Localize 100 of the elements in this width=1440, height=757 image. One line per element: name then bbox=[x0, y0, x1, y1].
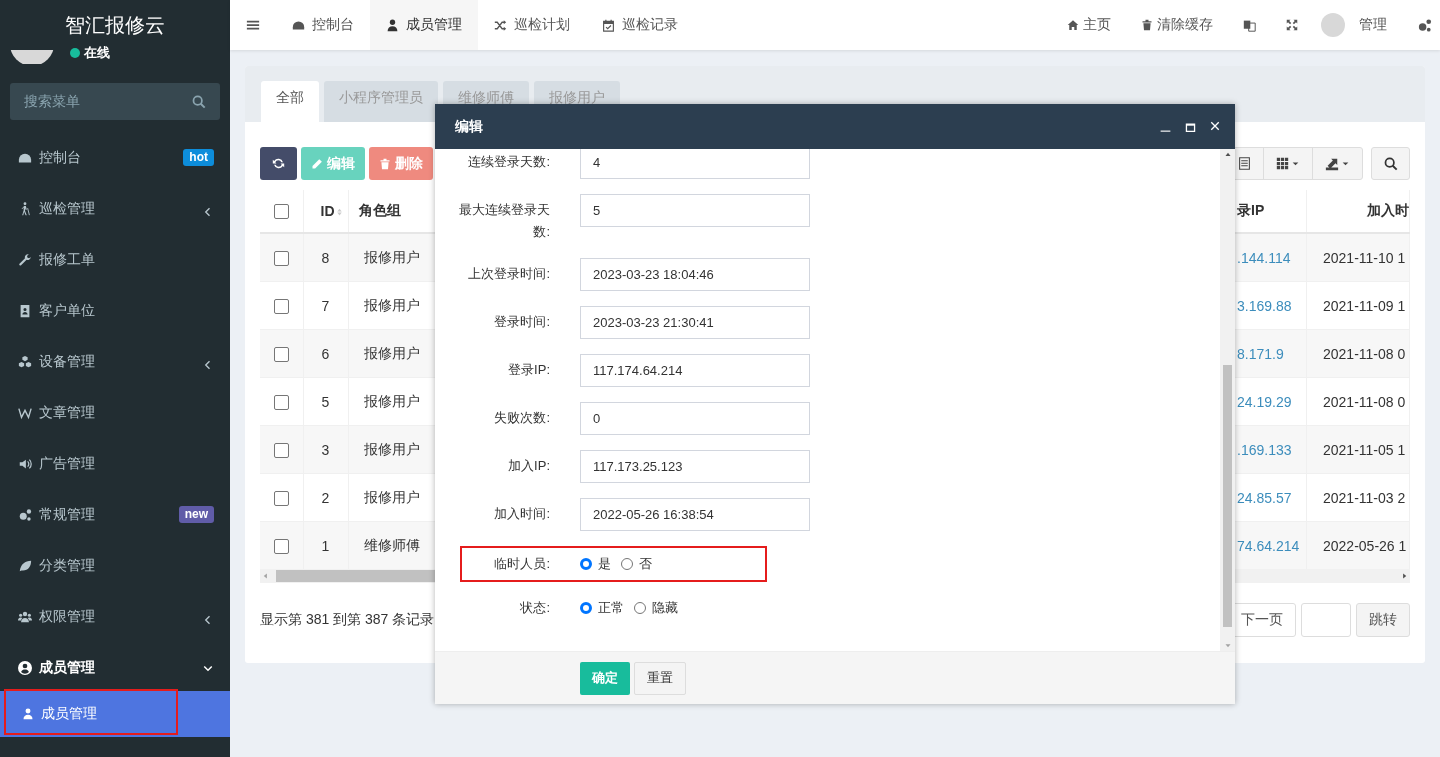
input-field[interactable]: 117.173.25.123 bbox=[580, 450, 810, 483]
ip-link[interactable]: 24.19.29 bbox=[1237, 393, 1292, 410]
table-cell: 2 bbox=[321, 489, 330, 506]
column-header[interactable]: 录IP bbox=[1237, 202, 1265, 218]
input-field[interactable]: 4 bbox=[580, 149, 810, 179]
radio-button[interactable] bbox=[580, 602, 592, 614]
field-label: 状态: bbox=[519, 599, 550, 617]
search-button[interactable] bbox=[1371, 147, 1410, 180]
user-menu[interactable]: 管理 bbox=[1313, 13, 1402, 37]
radio-button[interactable] bbox=[634, 602, 646, 614]
menu-badge: hot bbox=[183, 149, 214, 166]
radio-button[interactable] bbox=[580, 558, 592, 570]
sidebar-item[interactable]: 广告管理 bbox=[0, 438, 230, 489]
nav-tab[interactable]: 巡检计划 bbox=[478, 0, 586, 50]
menu-badge: new bbox=[178, 506, 214, 523]
row-checkbox[interactable] bbox=[273, 442, 289, 458]
ip-link[interactable]: 24.85.57 bbox=[1237, 489, 1292, 506]
calendar-check-icon bbox=[602, 18, 615, 32]
table-cell: 7 bbox=[321, 297, 330, 314]
maximize-icon[interactable] bbox=[1184, 120, 1197, 133]
submenu-item[interactable]: 成员管理 bbox=[0, 691, 230, 737]
nav-link[interactable]: 清除缓存 bbox=[1126, 16, 1228, 34]
page-number-field[interactable] bbox=[1301, 603, 1351, 637]
column-header[interactable]: 加入时 bbox=[1367, 202, 1409, 218]
row-checkbox[interactable] bbox=[273, 346, 289, 362]
leaf-icon bbox=[18, 558, 32, 573]
sidebar-item[interactable]: 设备管理 bbox=[0, 336, 230, 387]
table-cell: 2022-05-26 1 bbox=[1323, 537, 1407, 554]
menu-search-field[interactable]: 搜索菜单 bbox=[10, 83, 220, 120]
field-label: 最大连续登录天数: bbox=[458, 201, 550, 241]
user-status: 在线 bbox=[84, 45, 110, 61]
grid-icon bbox=[1276, 157, 1289, 170]
sidebar-item[interactable]: 分类管理 bbox=[0, 540, 230, 591]
gears-icon bbox=[18, 507, 32, 522]
table-cell: 1 bbox=[321, 537, 330, 554]
radio-option[interactable]: 是 bbox=[580, 555, 611, 573]
sidebar-item[interactable]: 权限管理 bbox=[0, 591, 230, 642]
nav-tab[interactable]: 控制台 bbox=[276, 0, 370, 50]
nav-link[interactable]: 主页 bbox=[1052, 16, 1126, 34]
radio-option[interactable]: 隐藏 bbox=[634, 599, 678, 617]
filter-tab[interactable]: 全部 bbox=[261, 81, 319, 122]
caret-icon bbox=[1341, 159, 1350, 168]
column-header[interactable]: ID bbox=[320, 203, 335, 219]
input-field[interactable]: 2023-03-23 18:04:46 bbox=[580, 258, 810, 291]
users-icon bbox=[18, 609, 32, 624]
sidebar-item[interactable]: 文章管理 bbox=[0, 387, 230, 438]
nav-tab[interactable]: 成员管理 bbox=[370, 0, 478, 50]
sidebar-item[interactable]: 常规管理 new bbox=[0, 489, 230, 540]
zigzag-icon bbox=[18, 405, 32, 420]
online-status-dot bbox=[70, 48, 80, 58]
select-all-checkbox[interactable] bbox=[273, 204, 289, 220]
pagination-summary: 显示第 381 到第 387 条记录 bbox=[260, 611, 435, 629]
table-cell: 报修用户 bbox=[363, 296, 420, 313]
table-cell: 2021-11-03 2 bbox=[1323, 489, 1406, 506]
input-field[interactable]: 117.174.64.214 bbox=[580, 354, 810, 387]
sidebar-item[interactable]: 客户单位 bbox=[0, 285, 230, 336]
table-cell: 报修用户 bbox=[363, 344, 420, 361]
radio-button[interactable] bbox=[621, 558, 633, 570]
radio-option[interactable]: 正常 bbox=[580, 599, 624, 617]
trash-icon bbox=[379, 157, 391, 170]
column-header[interactable]: 角色组 bbox=[358, 202, 401, 218]
jump-button[interactable]: 跳转 bbox=[1356, 603, 1410, 637]
ip-link[interactable]: 8.171.9 bbox=[1237, 345, 1284, 362]
input-field[interactable]: 0 bbox=[580, 402, 810, 435]
input-field[interactable]: 5 bbox=[580, 194, 810, 227]
sidebar-item[interactable]: 报修工单 bbox=[0, 234, 230, 285]
menu-icon[interactable] bbox=[246, 18, 260, 32]
row-checkbox[interactable] bbox=[273, 298, 289, 314]
nav-tab[interactable]: 巡检记录 bbox=[586, 0, 694, 50]
sidebar-item[interactable]: 成员管理 bbox=[0, 642, 230, 693]
input-field[interactable]: 2023-03-23 21:30:41 bbox=[580, 306, 810, 339]
field-label: 连续登录天数: bbox=[467, 153, 550, 171]
sidebar-item[interactable]: 控制台 hot bbox=[0, 132, 230, 183]
table-cell: 8 bbox=[321, 249, 330, 266]
radio-option[interactable]: 否 bbox=[621, 555, 652, 573]
row-checkbox[interactable] bbox=[273, 394, 289, 410]
table-cell: 报修用户 bbox=[363, 440, 420, 457]
row-checkbox[interactable] bbox=[273, 538, 289, 554]
sidebar-item[interactable]: 巡检管理 bbox=[0, 183, 230, 234]
row-checkbox[interactable] bbox=[273, 250, 289, 266]
list-icon bbox=[1238, 157, 1251, 170]
ip-link[interactable]: 3.169.88 bbox=[1237, 297, 1292, 314]
fullscreen-icon[interactable] bbox=[1286, 19, 1298, 31]
field-label: 登录IP: bbox=[507, 361, 550, 379]
field-label: 加入IP: bbox=[507, 457, 550, 475]
table-cell: 维修师傅 bbox=[363, 536, 420, 553]
input-field[interactable]: 2022-05-26 16:38:54 bbox=[580, 498, 810, 531]
row-checkbox[interactable] bbox=[273, 490, 289, 506]
search-icon bbox=[1383, 156, 1398, 171]
export-icon bbox=[1325, 156, 1339, 171]
settings-icon[interactable] bbox=[1417, 17, 1432, 33]
close-icon[interactable] bbox=[1209, 120, 1221, 132]
reset-button[interactable]: 重置 bbox=[634, 661, 686, 695]
refresh-button[interactable] bbox=[260, 147, 297, 180]
cubes-icon bbox=[18, 354, 32, 369]
translate-icon[interactable] bbox=[1243, 18, 1256, 32]
dashboard-icon bbox=[292, 18, 305, 32]
field-label: 失败次数: bbox=[493, 409, 550, 427]
volume-icon bbox=[18, 456, 32, 471]
search-icon bbox=[192, 94, 206, 109]
